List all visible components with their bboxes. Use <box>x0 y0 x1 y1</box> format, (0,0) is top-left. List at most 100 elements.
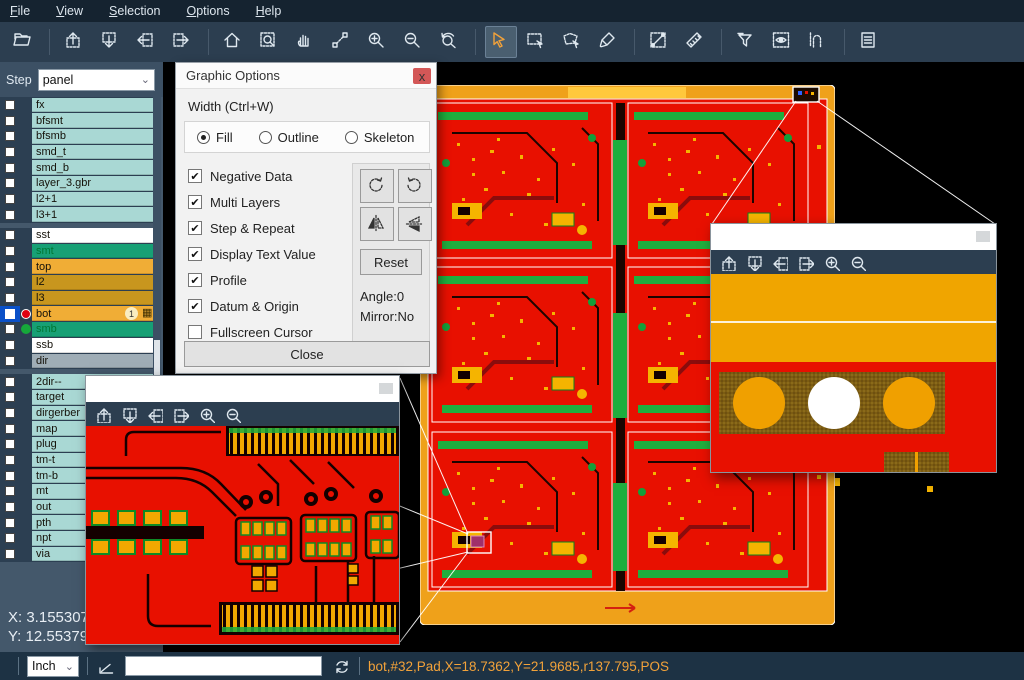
menu-file[interactable]: File <box>10 4 30 18</box>
magnified-pcb-detail[interactable] <box>86 426 399 644</box>
clean-brush-button[interactable] <box>593 26 625 58</box>
reset-button[interactable]: Reset <box>360 249 422 275</box>
grid-icon[interactable]: ▦ <box>142 308 153 319</box>
magnifier-titlebar[interactable] <box>86 376 399 402</box>
zoom-out-icon[interactable] <box>224 406 241 423</box>
width-radio[interactable]: Skeleton <box>345 130 415 145</box>
magnifier-titlebar[interactable] <box>711 224 996 250</box>
pan-hand-button[interactable] <box>290 26 322 58</box>
move-up-button[interactable] <box>59 26 91 58</box>
step-select[interactable]: panel ⌄ <box>38 69 155 91</box>
layer-row-l2[interactable]: l2 ▦ <box>0 275 153 291</box>
flip-horizontal-button[interactable] <box>360 207 394 241</box>
layer-row-l2+1[interactable]: l2+1 ▦ <box>0 191 153 207</box>
layer-name[interactable]: l2+1 <box>32 192 153 207</box>
radio-circle[interactable] <box>345 131 358 144</box>
checkbox-box[interactable] <box>188 325 202 339</box>
layer-name[interactable]: smd_t <box>32 145 153 160</box>
move-down-icon[interactable] <box>745 254 762 271</box>
layer-row-fx[interactable]: fx ▦ <box>0 97 153 113</box>
layer-name[interactable]: top <box>32 259 153 274</box>
layer-name[interactable]: smb <box>32 322 153 337</box>
layer-checkbox[interactable] <box>0 243 20 259</box>
view-box-button[interactable] <box>767 26 799 58</box>
layer-row-bot[interactable]: bot 1 ▦ <box>0 306 153 322</box>
checkbox-box[interactable]: ✔ <box>188 273 202 287</box>
checkbox-box[interactable]: ✔ <box>188 221 202 235</box>
layer-name[interactable]: bot <box>32 306 159 321</box>
layer-checkbox[interactable] <box>0 337 20 353</box>
measure-polyline-button[interactable] <box>326 26 358 58</box>
rotate-ccw-button[interactable] <box>398 169 432 203</box>
move-down-icon[interactable] <box>120 406 137 423</box>
layer-checkbox[interactable] <box>0 452 20 468</box>
magnified-pad-detail[interactable] <box>711 274 996 472</box>
region-select-button[interactable] <box>557 26 589 58</box>
layer-name[interactable]: fx <box>32 98 153 113</box>
open-folder-button[interactable] <box>8 26 40 58</box>
close-button[interactable]: Close <box>184 341 430 367</box>
magnifier-window-top-right[interactable] <box>710 223 997 473</box>
dialog-checkbox-row[interactable]: ✔ Profile <box>188 267 316 293</box>
layer-name[interactable]: smt <box>32 244 153 259</box>
layer-checkbox[interactable] <box>0 259 20 275</box>
report-list-button[interactable] <box>854 26 886 58</box>
window-button[interactable] <box>976 231 990 242</box>
move-down-button[interactable] <box>95 26 127 58</box>
layer-row-smd_t[interactable]: smd_t ▦ <box>0 144 153 160</box>
move-left-icon[interactable] <box>146 406 163 423</box>
layer-checkbox[interactable] <box>0 275 20 291</box>
dialog-titlebar[interactable]: Graphic Options x <box>176 63 436 89</box>
layer-name[interactable]: smd_b <box>32 160 153 175</box>
layer-name[interactable]: layer_3.gbr <box>32 176 153 191</box>
move-left-button[interactable] <box>131 26 163 58</box>
layer-name[interactable]: ssb <box>32 338 153 353</box>
select-cursor-button[interactable] <box>485 26 517 58</box>
layer-checkbox[interactable] <box>0 144 20 160</box>
width-radio[interactable]: Outline <box>259 130 319 145</box>
dialog-checkbox-row[interactable]: ✔ Multi Layers <box>188 189 316 215</box>
layer-checkbox[interactable] <box>0 175 20 191</box>
layer-row-layer_3.gbr[interactable]: layer_3.gbr ▦ <box>0 175 153 191</box>
layer-checkbox[interactable] <box>0 499 20 515</box>
layer-checkbox[interactable] <box>0 290 20 306</box>
layer-name[interactable]: l3 <box>32 291 153 306</box>
checkbox-box[interactable]: ✔ <box>188 299 202 313</box>
layer-name[interactable]: bfsmt <box>32 113 153 128</box>
layer-checkbox[interactable] <box>0 353 20 369</box>
layer-checkbox[interactable] <box>0 531 20 547</box>
layer-checkbox[interactable] <box>0 160 20 176</box>
move-right-button[interactable] <box>167 26 199 58</box>
flip-vertical-button[interactable] <box>398 207 432 241</box>
filter-button[interactable] <box>731 26 763 58</box>
move-right-icon[interactable] <box>797 254 814 271</box>
layer-checkbox[interactable] <box>0 515 20 531</box>
snap-search-button[interactable] <box>803 26 835 58</box>
menu-options[interactable]: Options <box>186 4 229 18</box>
layer-checkbox[interactable] <box>0 468 20 484</box>
dialog-checkbox-row[interactable]: ✔ Display Text Value <box>188 241 316 267</box>
menu-selection[interactable]: Selection <box>109 4 160 18</box>
rotate-cw-button[interactable] <box>360 169 394 203</box>
layer-row-top[interactable]: top ▦ <box>0 259 153 275</box>
layer-name[interactable]: sst <box>32 228 153 243</box>
layer-row-l3[interactable]: l3 ▦ <box>0 290 153 306</box>
checkbox-box[interactable]: ✔ <box>188 247 202 261</box>
layer-row-l3+1[interactable]: l3+1 ▦ <box>0 207 153 223</box>
layer-checkbox[interactable] <box>0 322 20 338</box>
layer-row-bfsmb[interactable]: bfsmb ▦ <box>0 128 153 144</box>
move-up-icon[interactable] <box>94 406 111 423</box>
layer-row-sst[interactable]: sst ▦ <box>0 228 153 244</box>
layer-checkbox[interactable] <box>0 113 20 129</box>
menu-view[interactable]: View <box>56 4 83 18</box>
layer-checkbox[interactable] <box>0 405 20 421</box>
layer-row-dir[interactable]: dir ▦ <box>0 353 153 369</box>
zoom-out-icon[interactable] <box>849 254 866 271</box>
checkbox-box[interactable]: ✔ <box>188 195 202 209</box>
move-left-icon[interactable] <box>771 254 788 271</box>
command-input[interactable] <box>125 656 322 676</box>
radio-circle[interactable] <box>197 131 210 144</box>
ruler-button[interactable] <box>680 26 712 58</box>
layer-checkbox[interactable] <box>0 421 20 437</box>
layer-checkbox[interactable] <box>0 306 20 322</box>
